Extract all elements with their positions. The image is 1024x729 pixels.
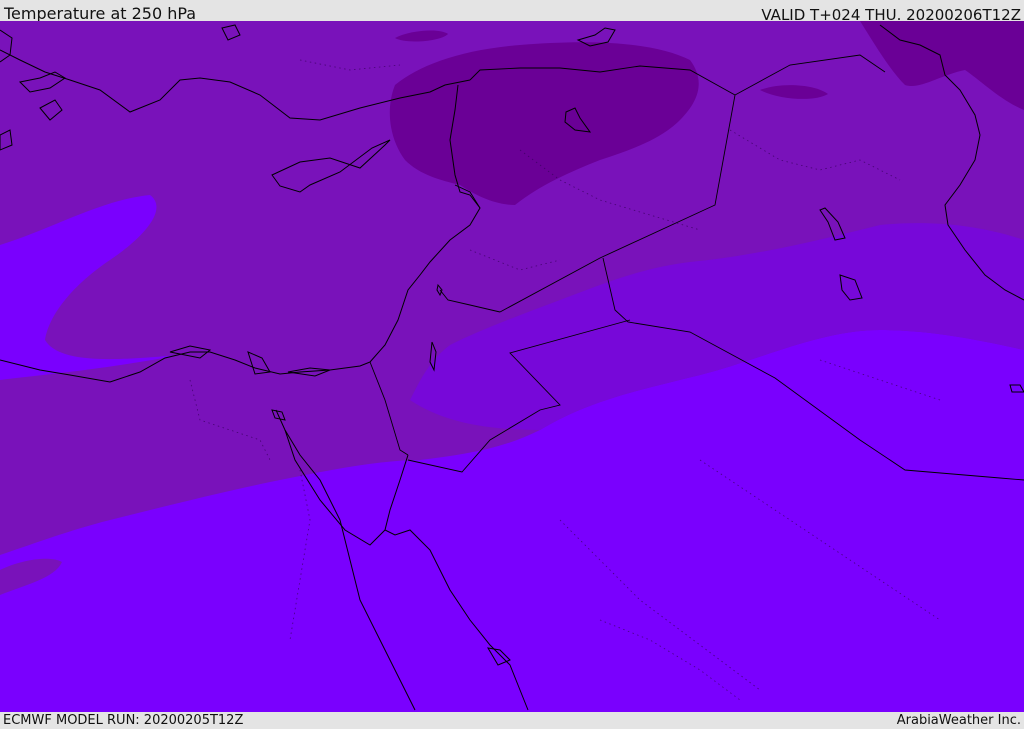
temperature-map[interactable] xyxy=(0,21,1024,712)
footer-bar: ECMWF MODEL RUN: 20200205T12Z ArabiaWeat… xyxy=(0,712,1024,729)
header-bar: Temperature at 250 hPa VALID T+024 THU. … xyxy=(0,0,1024,24)
model-run-label: ECMWF MODEL RUN: 20200205T12Z xyxy=(3,713,244,728)
credit-label: ArabiaWeather Inc. xyxy=(896,713,1021,728)
map-canvas xyxy=(0,21,1024,712)
